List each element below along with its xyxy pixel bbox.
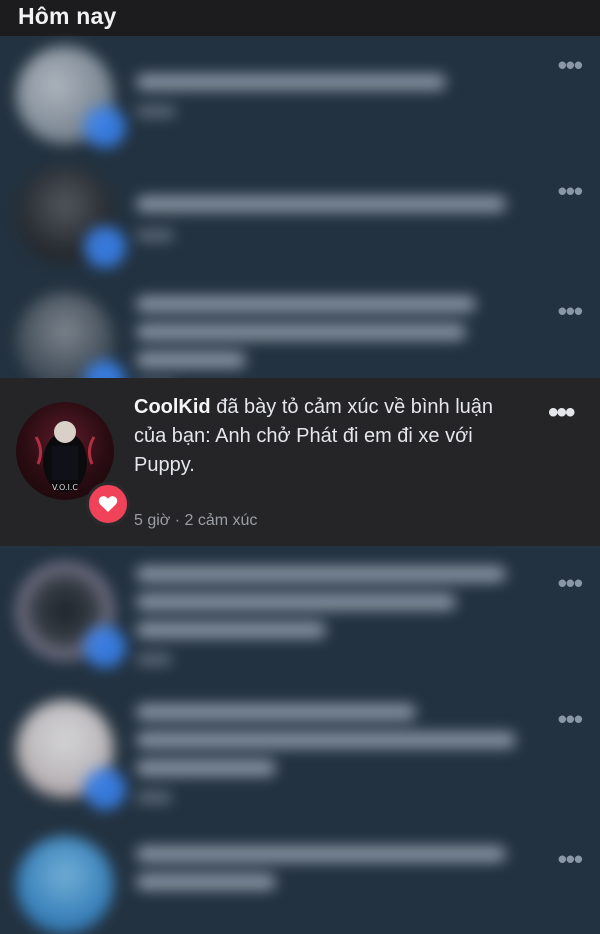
love-badge (86, 482, 130, 526)
notification-item[interactable]: ••• (0, 690, 600, 824)
more-options-icon[interactable]: ••• (558, 296, 583, 327)
timestamp: 5 giờ (134, 512, 171, 529)
more-options-icon[interactable]: ••• (558, 568, 583, 599)
notification-item[interactable]: ••• (0, 546, 600, 690)
like-badge-icon (84, 626, 126, 668)
avatar[interactable] (16, 836, 114, 934)
notification-item[interactable]: ••• (0, 824, 600, 934)
reaction-count[interactable]: 2 cảm xúc (185, 512, 258, 529)
section-title: Hôm nay (18, 3, 117, 29)
like-badge-icon (84, 768, 126, 810)
avatar-logo-text: V.O.I.C (52, 483, 78, 492)
meta-separator: · (170, 512, 185, 529)
notification-item[interactable]: ••• (0, 160, 600, 286)
header-bar: Hôm nay (0, 0, 600, 36)
user-name[interactable]: CoolKid (134, 396, 211, 418)
like-badge-icon (84, 226, 126, 268)
notification-text: CoolKid đã bày tỏ cảm xúc về bình luận c… (134, 393, 524, 480)
more-options-icon[interactable]: ••• (558, 176, 583, 207)
more-options-icon[interactable]: ••• (558, 844, 583, 875)
notification-meta: 5 giờ · 2 cảm xúc (134, 512, 257, 530)
more-options-icon[interactable]: ••• (558, 704, 583, 735)
more-options-icon[interactable]: ••• (548, 396, 575, 430)
notification-item[interactable]: ••• (0, 36, 600, 160)
more-options-icon[interactable]: ••• (558, 50, 583, 81)
heart-icon (98, 496, 118, 512)
like-badge-icon (84, 106, 126, 148)
notification-item-highlighted[interactable]: V.O.I.C CoolKid đã bày tỏ cảm xúc về bìn… (0, 378, 600, 546)
